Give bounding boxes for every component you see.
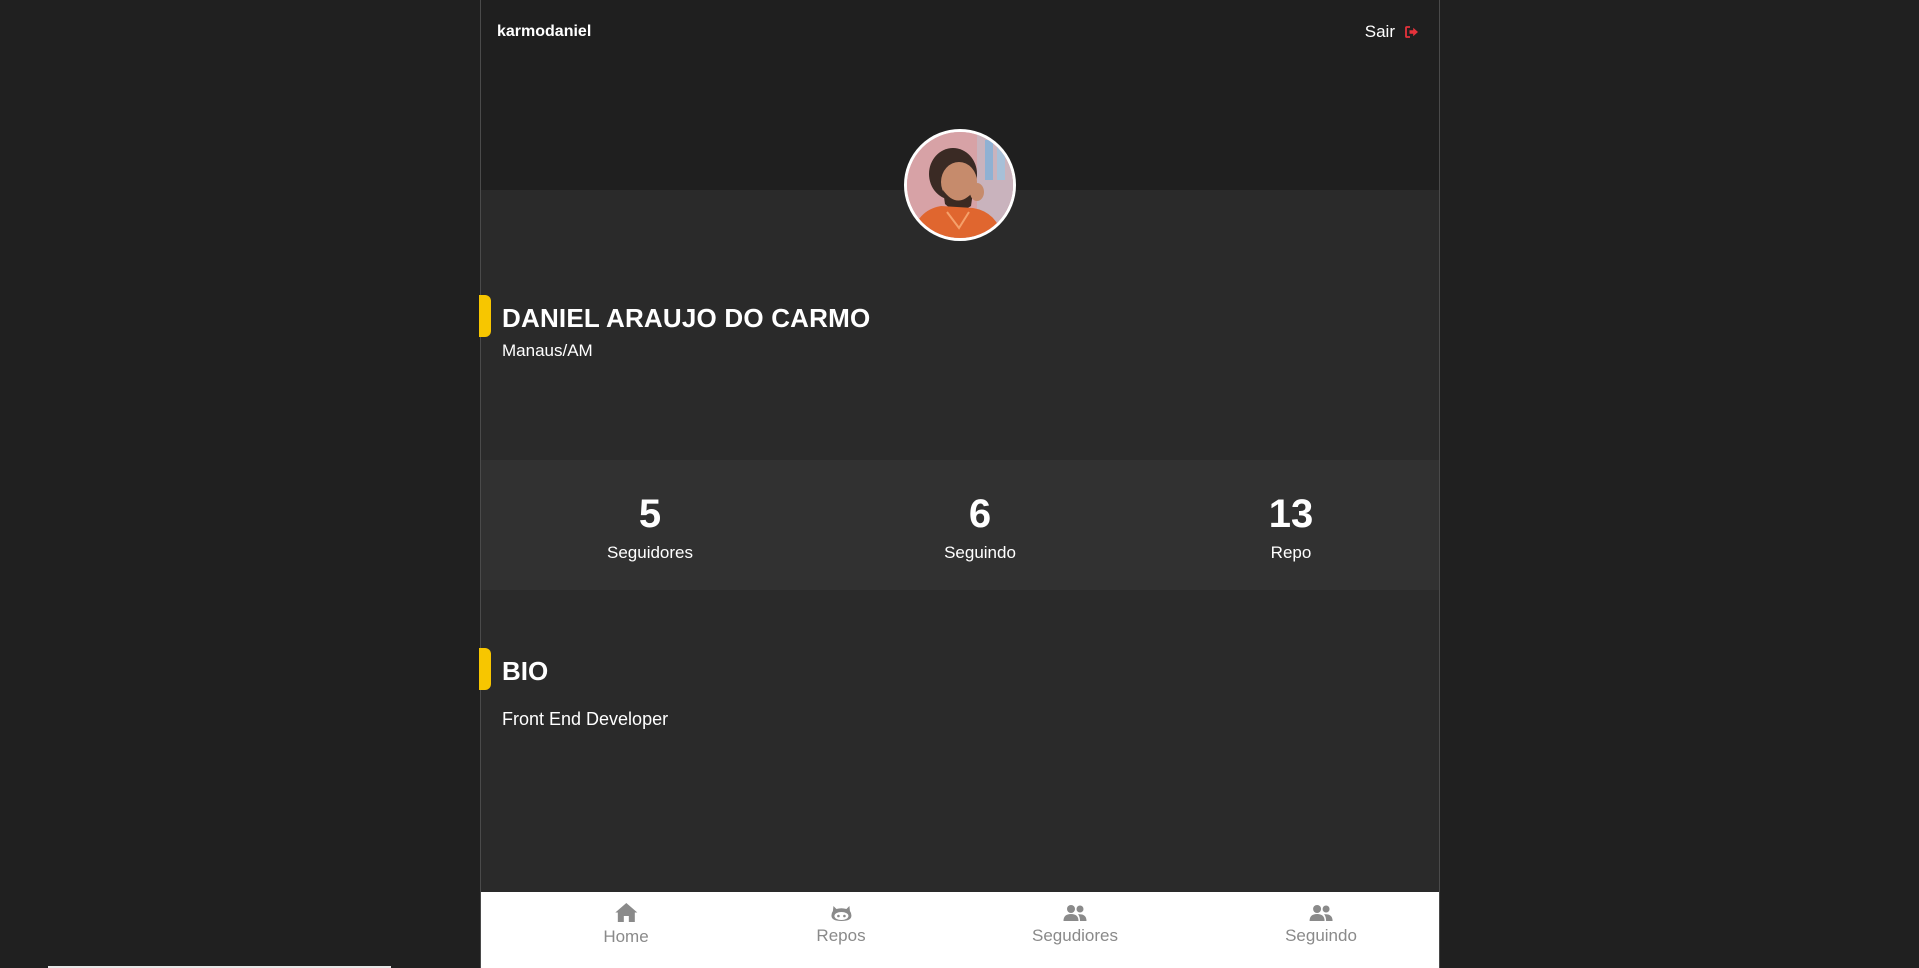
- nav-repos-label: Repos: [816, 926, 866, 945]
- stat-following-label: Seguindo: [944, 543, 1016, 562]
- stat-repos-label: Repo: [1270, 543, 1312, 562]
- stat-followers-value: 5: [638, 492, 662, 536]
- logout-button[interactable]: Sair: [1365, 22, 1419, 42]
- users-icon: [1032, 904, 1118, 922]
- home-icon: [603, 902, 648, 923]
- stat-followers[interactable]: 5 Seguidores: [607, 492, 693, 563]
- sign-out-icon: [1405, 26, 1419, 38]
- nav-item-home[interactable]: Home: [603, 902, 649, 947]
- nav-followers-label: Segudiores: [1031, 926, 1119, 945]
- bio-title: BIO: [502, 656, 549, 686]
- logout-label: Sair: [1364, 22, 1395, 41]
- bio-text: Front End Developer: [502, 709, 669, 729]
- nav-home-label: Home: [603, 927, 649, 946]
- github-icon: [816, 904, 865, 922]
- stats-bar: 5 Seguidores 6 Seguindo 13 Repo: [481, 460, 1439, 590]
- nav-item-repos[interactable]: Repos: [816, 904, 866, 946]
- nav-item-following[interactable]: Seguindo: [1285, 904, 1357, 946]
- stat-followers-label: Seguidores: [606, 543, 694, 562]
- avatar: [904, 129, 1016, 241]
- bottom-nav: Home Repos Segudiores Seguindo: [481, 892, 1439, 968]
- users-icon: [1285, 904, 1357, 922]
- username: karmodaniel: [497, 23, 592, 40]
- profile-name: DANIEL ARAUJO DO CARMO: [502, 303, 871, 333]
- profile-location: Manaus/AM: [502, 341, 593, 360]
- nav-item-followers[interactable]: Segudiores: [1032, 904, 1118, 946]
- name-accent-bar: [479, 295, 491, 337]
- profile-app: karmodaniel Sair DANIEL ARAUJO DO CARMO …: [479, 0, 1440, 968]
- stat-repos[interactable]: 13 Repo: [1269, 492, 1314, 563]
- bio-accent-bar: [479, 648, 491, 690]
- nav-following-label: Seguindo: [1285, 926, 1357, 945]
- stat-following-value: 6: [968, 492, 992, 536]
- stat-repos-value: 13: [1268, 492, 1314, 536]
- stat-following[interactable]: 6 Seguindo: [944, 492, 1016, 563]
